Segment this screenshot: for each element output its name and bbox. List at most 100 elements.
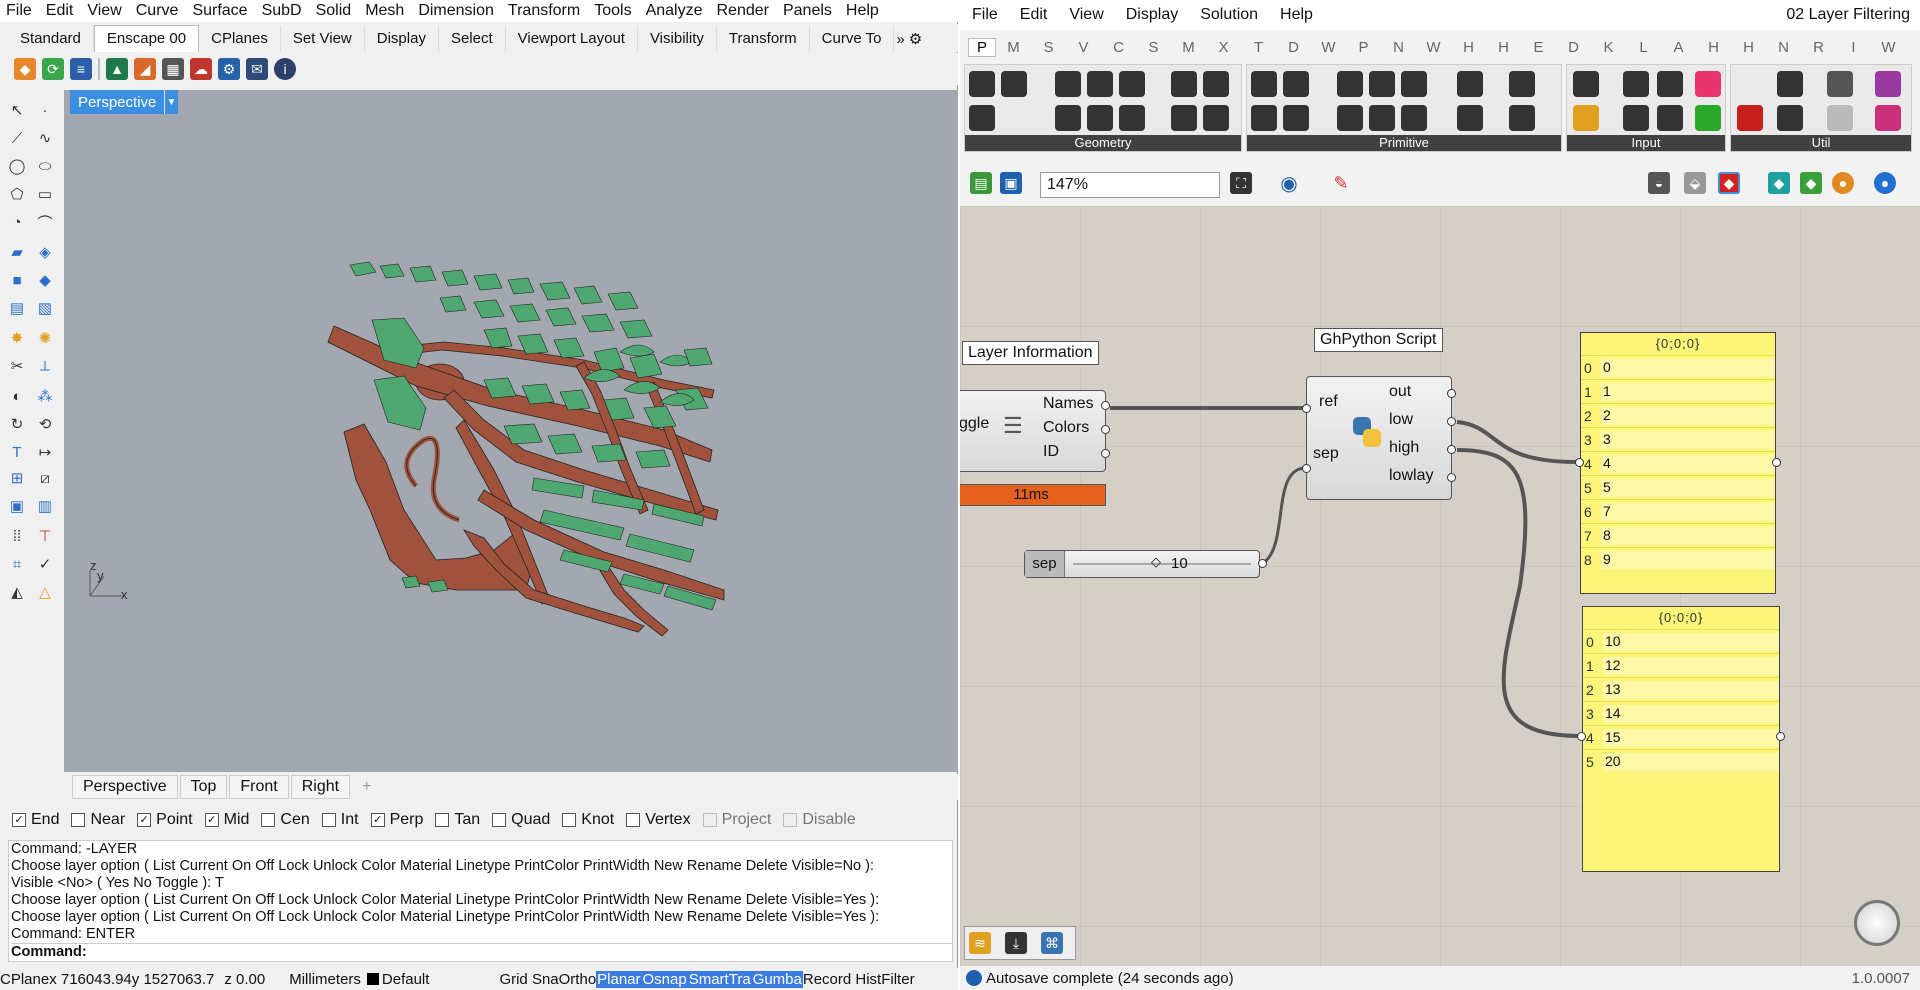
snap-disable-checkbox[interactable] (783, 813, 798, 827)
panel-high-input-port[interactable] (1577, 732, 1586, 741)
menu-curve[interactable]: Curve (136, 2, 179, 20)
util-arrow-icon[interactable] (1827, 71, 1853, 97)
util-flask-icon[interactable] (1875, 105, 1901, 131)
param-circle-icon[interactable] (1055, 71, 1081, 97)
render-icon[interactable]: ◭ (6, 581, 28, 603)
group-icon[interactable]: ◐ (6, 385, 28, 407)
snap-vertex[interactable]: Vertex (626, 811, 691, 829)
gh-tab-r[interactable]: R (1801, 39, 1836, 56)
snap-quad-checkbox[interactable] (492, 813, 507, 827)
gh-tab-h4[interactable]: H (1731, 39, 1766, 56)
gh-tab-intersect[interactable]: X (1206, 39, 1241, 56)
vp-tab-top[interactable]: Top (179, 775, 228, 799)
param-colour-picker-icon[interactable] (1695, 105, 1721, 131)
gh-tab-surface[interactable]: S (1136, 39, 1171, 56)
vp-tab-front[interactable]: Front (229, 775, 289, 799)
menu-render[interactable]: Render (717, 2, 769, 20)
circle-icon[interactable]: ◯ (6, 155, 28, 177)
port-colors[interactable] (1101, 425, 1110, 434)
vp-tab-perspective[interactable]: Perspective (72, 775, 178, 799)
tab-enscape[interactable]: Enscape 00 (93, 25, 200, 52)
snap-quad[interactable]: Quad (492, 811, 550, 829)
param-culture-icon[interactable] (1509, 105, 1535, 131)
param-data-icon[interactable] (1337, 71, 1363, 97)
command-prompt[interactable]: Command: (11, 943, 952, 961)
panel-low[interactable]: {0;0;0} 00 11 22 33 44 55 67 78 89 (1575, 332, 1781, 594)
scale-icon[interactable]: ⊞ (6, 467, 28, 489)
snap-end-checkbox[interactable]: ✓ (12, 813, 26, 827)
tab-visibility[interactable]: Visibility (638, 26, 717, 52)
point-icon[interactable]: · (34, 99, 56, 121)
param-integer-icon[interactable] (1251, 105, 1277, 131)
snap-point-checkbox[interactable]: ✓ (137, 813, 152, 827)
snap-point[interactable]: ✓ Point (137, 811, 193, 829)
param-matrix-icon[interactable] (1457, 71, 1483, 97)
gh-canvas[interactable]: Layer Information ggle ☰ Names Colors ID… (960, 206, 1920, 966)
snap-vertex-checkbox[interactable] (626, 813, 641, 827)
render-video-icon[interactable]: ◢ (134, 58, 156, 80)
gh-tab-d2[interactable]: D (1556, 39, 1591, 56)
gh-tab-curve[interactable]: C (1101, 39, 1136, 56)
param-time-icon[interactable] (1369, 105, 1395, 131)
port-id[interactable] (1101, 449, 1110, 458)
vp-tab-right[interactable]: Right (290, 775, 351, 799)
panel-high-output-port[interactable] (1776, 732, 1785, 741)
param-import-icon[interactable] (1573, 71, 1599, 97)
menu-tools[interactable]: Tools (594, 2, 631, 20)
port-slider-out[interactable] (1258, 559, 1267, 568)
mirror-icon[interactable]: ⧄ (34, 467, 56, 489)
python-widget-icon[interactable]: ⌘ (1041, 932, 1063, 954)
tabs-overflow-icon[interactable]: » (894, 27, 906, 52)
surface-icon[interactable]: ▰ (6, 241, 28, 263)
gh-tab-h3[interactable]: H (1696, 39, 1731, 56)
status-osnap[interactable]: Osnap (641, 970, 688, 988)
panel-low-input-port[interactable] (1575, 458, 1584, 467)
gh-tab-maths[interactable]: M (996, 39, 1031, 56)
gh-menu-help[interactable]: Help (1280, 6, 1313, 24)
settings-icon[interactable]: ⚙ (218, 58, 240, 80)
gh-tab-w3[interactable]: W (1871, 39, 1906, 56)
snap-perp-checkbox[interactable]: ✓ (370, 813, 385, 827)
util-tree-icon[interactable] (1777, 71, 1803, 97)
status-layer[interactable]: Default (382, 971, 430, 988)
open-file-icon[interactable]: ▤ (970, 172, 992, 194)
gh-tab-p2[interactable]: P (1346, 39, 1381, 56)
curve-icon[interactable]: ∿ (34, 127, 56, 149)
param-slider-icon[interactable] (1573, 105, 1599, 131)
gh-menu-solution[interactable]: Solution (1200, 6, 1258, 24)
canvas-compass-icon[interactable] (1854, 900, 1900, 946)
port-lowlay[interactable] (1447, 473, 1456, 482)
boolean-icon[interactable]: ✸ (6, 327, 28, 349)
port-sep[interactable] (1302, 464, 1311, 473)
param-twisted-box-icon[interactable] (1203, 105, 1229, 131)
snap-knot[interactable]: Knot (562, 811, 614, 829)
snap-project[interactable]: Project (702, 811, 771, 829)
analyze-icon[interactable]: ⊤ (34, 525, 56, 547)
menu-surface[interactable]: Surface (192, 2, 247, 20)
param-surface-icon[interactable] (1171, 105, 1197, 131)
param-guid-icon[interactable] (1401, 105, 1427, 131)
gh-tab-params[interactable]: P (968, 37, 996, 57)
status-grid-snap[interactable]: Grid Sna (499, 971, 558, 988)
dimension-icon[interactable]: ↦ (34, 441, 56, 463)
snap-end[interactable]: ✓ End (12, 811, 59, 829)
bake-icon[interactable]: ◆ (1768, 172, 1790, 194)
param-domain-icon[interactable] (1337, 105, 1363, 131)
panel-low-output-port[interactable] (1772, 458, 1781, 467)
polygon-icon[interactable]: ⬠ (6, 183, 28, 205)
gh-menu-file[interactable]: File (972, 6, 998, 24)
block-icon[interactable]: ⁂ (34, 385, 56, 407)
preview-selected-icon[interactable]: ◆ (1718, 172, 1740, 194)
split-icon[interactable]: ⟂ (34, 355, 56, 377)
menu-edit[interactable]: Edit (46, 2, 74, 20)
tab-set-view[interactable]: Set View (281, 26, 365, 52)
gh-tab-i[interactable]: I (1836, 39, 1871, 56)
sync-icon[interactable]: ⟳ (42, 58, 64, 80)
layer-info-component[interactable]: ggle ☰ Names Colors ID (960, 390, 1110, 472)
param-path-icon[interactable] (1369, 71, 1395, 97)
ellipse-icon[interactable]: ⬭ (34, 155, 56, 177)
menu-view[interactable]: View (87, 2, 121, 20)
menu-file[interactable]: File (6, 2, 32, 20)
port-low[interactable] (1447, 417, 1456, 426)
tab-cplanes[interactable]: CPlanes (199, 26, 281, 52)
